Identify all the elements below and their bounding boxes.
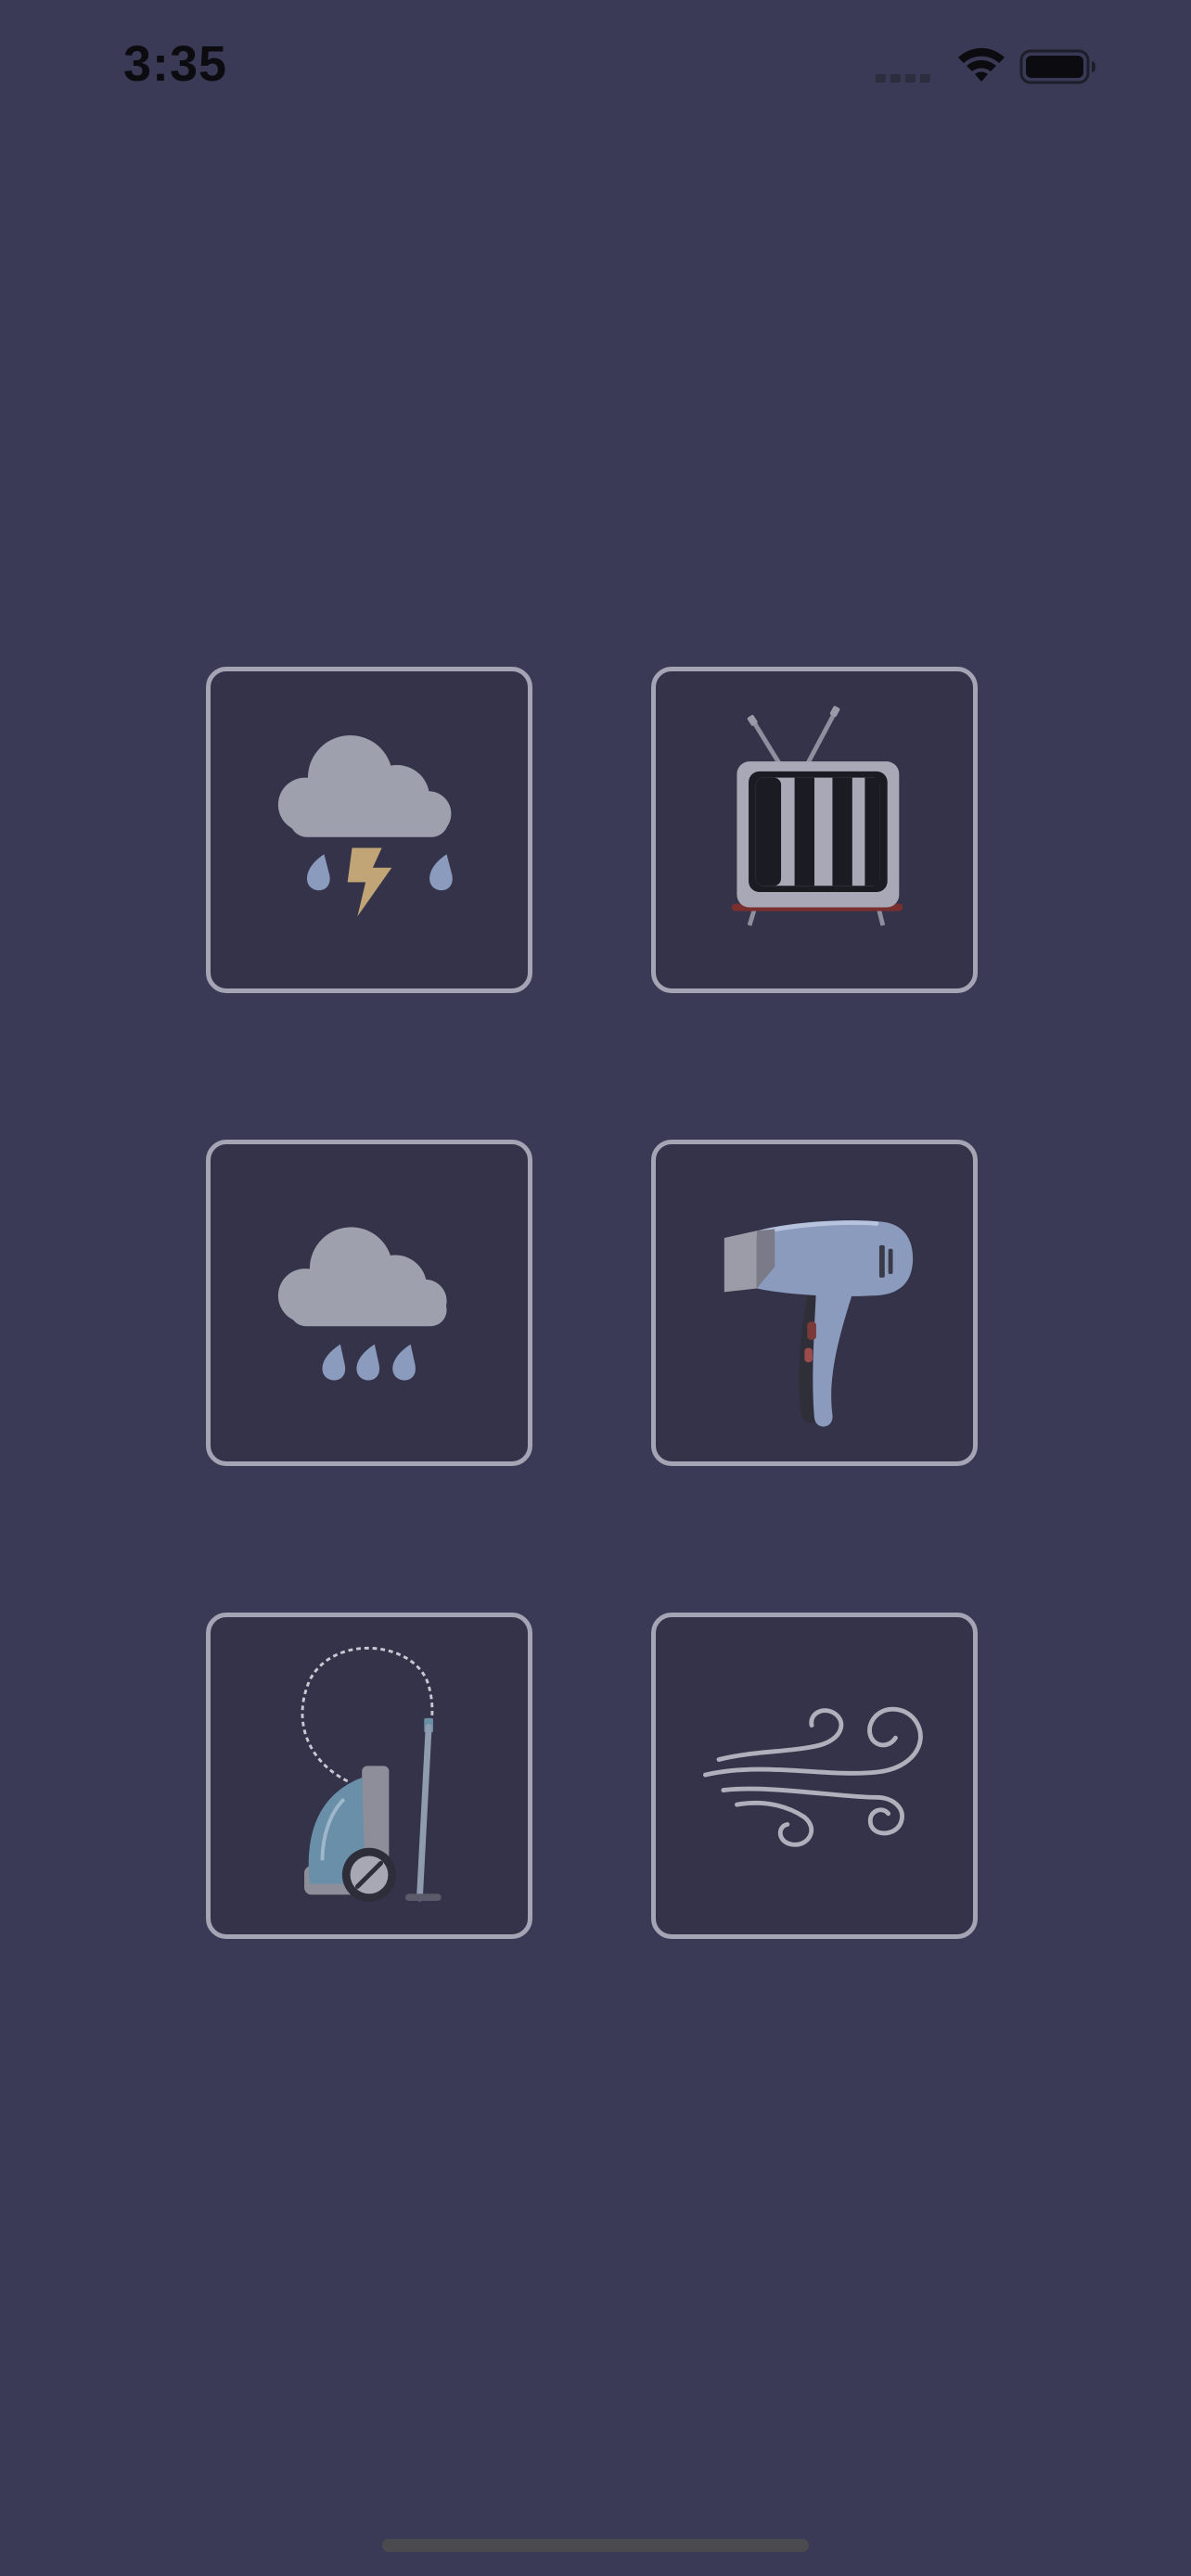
vacuum-cleaner-icon [301,1646,442,1903]
wifi-icon [958,47,1005,82]
hair-dryer-icon [724,1220,914,1427]
status-time: 3:35 [123,36,228,92]
wind-icon [703,1706,923,1847]
battery-icon [1019,49,1095,84]
thunderstorm-icon [277,734,453,917]
cellular-signal-icon [876,74,930,83]
rain-cloud-icon [277,1227,447,1381]
television-icon [731,706,903,926]
status-icons [876,45,1117,91]
tile-vacuum-cleaner[interactable] [206,1613,532,1939]
home-indicator[interactable] [382,2539,809,2552]
tile-thunderstorm-rain[interactable] [206,667,532,993]
tile-wind[interactable] [651,1613,978,1939]
tile-hair-dryer[interactable] [651,1140,978,1466]
tile-rain[interactable] [206,1140,532,1466]
status-bar: 3:35 [0,0,1191,130]
tile-tv-static[interactable] [651,667,978,993]
